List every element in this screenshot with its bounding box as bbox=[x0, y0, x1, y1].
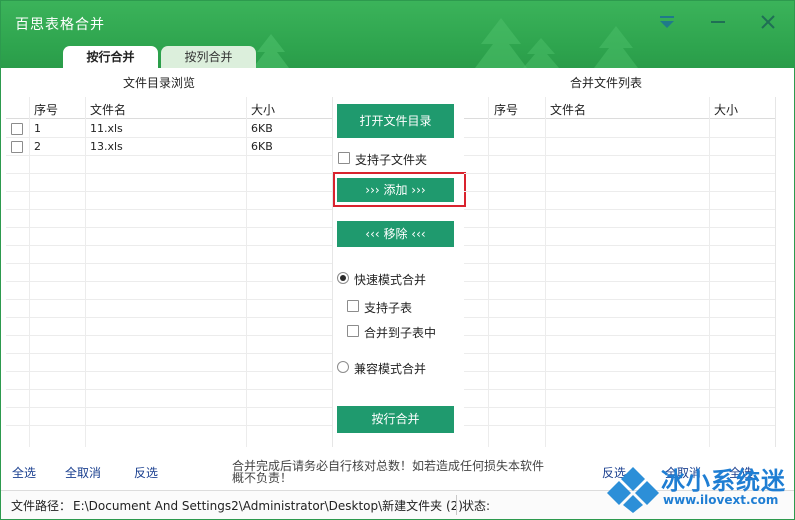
select-all-left-link[interactable]: 全选 bbox=[12, 464, 36, 481]
tree-icon bbox=[594, 26, 638, 68]
column-header-index: 序号 bbox=[34, 103, 59, 117]
column-header-name: 文件名 bbox=[550, 103, 587, 117]
row-index: 2 bbox=[34, 140, 41, 153]
support-subsheet-label: 支持子表 bbox=[364, 301, 413, 315]
tab-merge-by-column[interactable]: 按列合并 bbox=[161, 46, 256, 68]
add-button[interactable]: ››› 添加 ››› bbox=[337, 178, 454, 202]
minimize-icon[interactable] bbox=[707, 11, 729, 33]
tree-icon bbox=[253, 34, 289, 68]
merge-list-grid[interactable]: 序号 文件名 大小 bbox=[464, 97, 776, 447]
invert-left-link[interactable]: 反选 bbox=[134, 464, 158, 481]
fast-mode-radio[interactable] bbox=[337, 272, 349, 284]
disclaimer-notice: 合并完成后请务必自行核对总数！如若造成任何损失本软件 概不负责！ bbox=[232, 460, 562, 484]
support-subsheet-checkbox[interactable] bbox=[347, 300, 359, 312]
watermark-url: www.ilovext.com bbox=[663, 493, 779, 507]
column-header-size: 大小 bbox=[714, 103, 739, 117]
fast-mode-label: 快速模式合并 bbox=[354, 273, 427, 287]
row-index: 1 bbox=[34, 122, 41, 135]
menu-icon[interactable] bbox=[656, 11, 678, 33]
deselect-all-left-link[interactable]: 全取消 bbox=[65, 464, 101, 481]
tree-icon bbox=[523, 38, 559, 68]
include-subfolders-checkbox[interactable] bbox=[338, 152, 350, 164]
right-pane-title: 合并文件列表 bbox=[570, 76, 643, 90]
table-row[interactable]: 2 13.xls 6KB bbox=[6, 138, 332, 156]
row-size: 6KB bbox=[251, 140, 273, 153]
title-bar: 百思表格合并 按行合并 按列合并 bbox=[1, 1, 794, 68]
left-pane-title: 文件目录浏览 bbox=[123, 76, 196, 90]
path-label: 文件路径： bbox=[11, 499, 72, 513]
row-checkbox[interactable] bbox=[11, 141, 23, 153]
watermark-name: 冰小系统迷 bbox=[661, 467, 786, 495]
column-header-size: 大小 bbox=[251, 103, 276, 117]
column-header-index: 序号 bbox=[494, 103, 519, 117]
column-header-name: 文件名 bbox=[90, 103, 127, 117]
path-value: E:\Document And Settings2\Administrator\… bbox=[73, 499, 463, 513]
window-title: 百思表格合并 bbox=[15, 17, 105, 33]
open-directory-button[interactable]: 打开文件目录 bbox=[337, 104, 454, 138]
grid-header: 序号 文件名 大小 bbox=[464, 97, 775, 119]
include-subfolders-label: 支持子文件夹 bbox=[355, 153, 428, 167]
compat-mode-label: 兼容模式合并 bbox=[354, 362, 427, 376]
merge-to-subsheet-checkbox[interactable] bbox=[347, 325, 359, 337]
row-filename: 11.xls bbox=[90, 122, 123, 135]
remove-button[interactable]: ‹‹‹ 移除 ‹‹‹ bbox=[337, 221, 454, 247]
disclaimer-line: 概不负责！ bbox=[232, 471, 293, 485]
grid-header: 序号 文件名 大小 bbox=[6, 97, 332, 119]
file-browser-grid[interactable]: 序号 文件名 大小 1 11.xls 6KB 2 13.xls 6KB bbox=[6, 97, 333, 447]
merge-to-subsheet-label: 合并到子表中 bbox=[364, 326, 437, 340]
row-size: 6KB bbox=[251, 122, 273, 135]
watermark: 冰小系统迷 www.ilovext.com bbox=[607, 461, 793, 519]
merge-button[interactable]: 按行合并 bbox=[337, 406, 454, 433]
compat-mode-radio[interactable] bbox=[337, 361, 349, 373]
row-filename: 13.xls bbox=[90, 140, 123, 153]
row-checkbox[interactable] bbox=[11, 123, 23, 135]
tab-merge-by-row[interactable]: 按行合并 bbox=[63, 46, 158, 68]
app-window: 百思表格合并 按行合并 按列合并 文件目录浏览 序号 文件名 大小 1 11.x… bbox=[0, 0, 795, 520]
close-icon[interactable] bbox=[757, 11, 779, 33]
table-row[interactable]: 1 11.xls 6KB bbox=[6, 120, 332, 138]
state-label: 状态: bbox=[462, 499, 491, 513]
windows-logo-icon bbox=[607, 467, 659, 513]
